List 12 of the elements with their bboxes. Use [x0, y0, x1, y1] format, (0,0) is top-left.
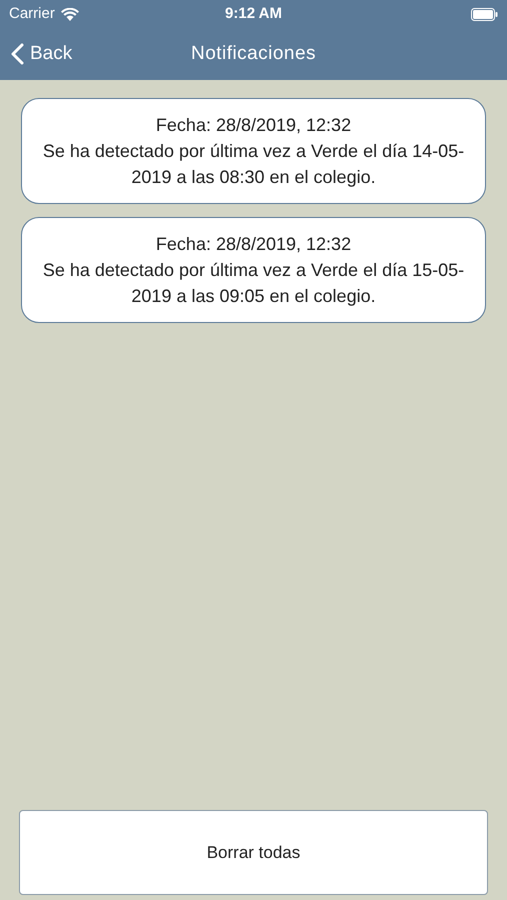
- status-time: 9:12 AM: [225, 4, 282, 24]
- notification-message: Se ha detectado por última vez a Verde el día 15-05-2019 a las 09:05 en el colegio.: [42, 259, 466, 308]
- chevron-left-icon: [11, 43, 24, 65]
- notification-date: Fecha: 28/8/2019, 12:32: [154, 114, 352, 137]
- notification-message: Se ha detectado por última vez a Verde el día 14-05-2019 a las 08:30 en el colegio.: [42, 140, 466, 189]
- notification-date: Fecha: 28/8/2019, 12:32: [154, 233, 352, 256]
- delete-all-button[interactable]: Borrar todas: [19, 810, 488, 895]
- screen-title: Notificaciones: [191, 42, 316, 66]
- battery-icon: [471, 8, 498, 20]
- wifi-icon: [60, 8, 79, 20]
- carrier-label: Carrier: [9, 4, 55, 24]
- back-button[interactable]: Back: [0, 40, 72, 68]
